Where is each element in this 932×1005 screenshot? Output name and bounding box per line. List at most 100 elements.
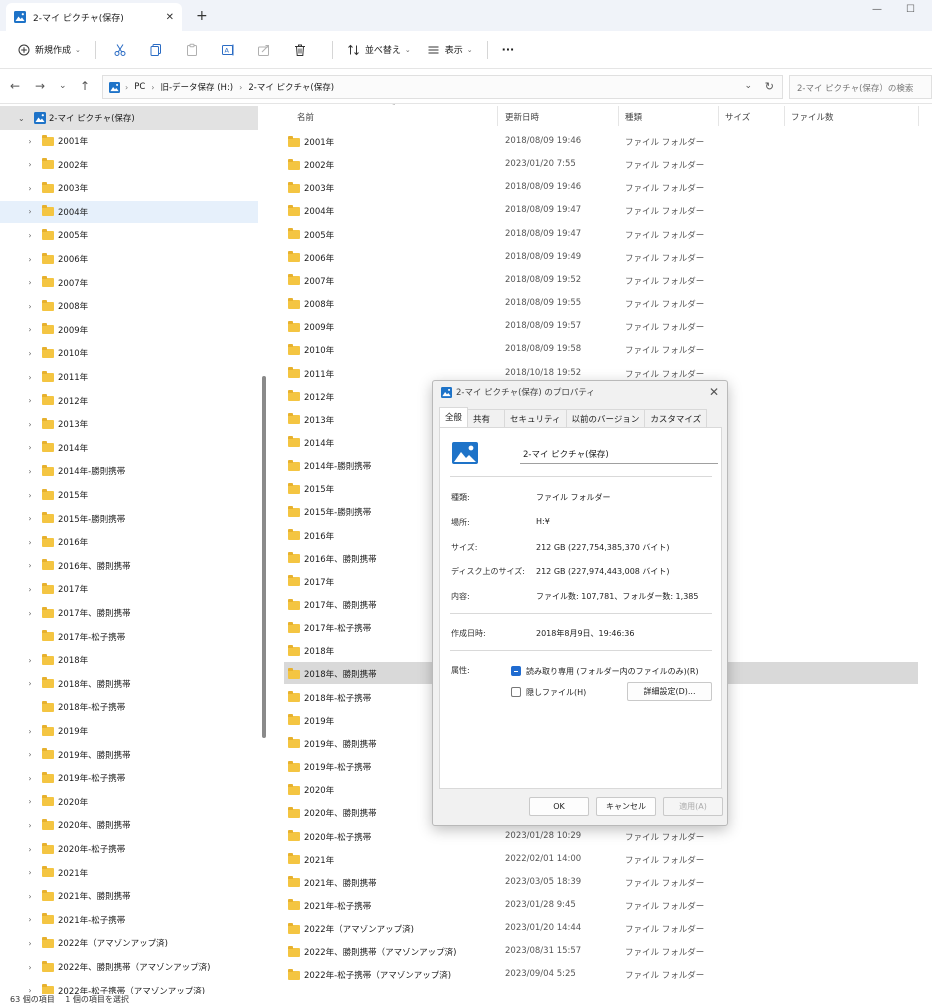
view-button[interactable]: 表示 ⌄ (423, 37, 477, 63)
paste-button[interactable] (178, 37, 206, 63)
sidebar-item[interactable]: › 2005年 (0, 224, 258, 246)
expand-chevron-icon[interactable]: › (24, 727, 36, 736)
ok-button[interactable]: OK (529, 797, 589, 816)
back-arrow-icon[interactable]: ← (10, 79, 20, 93)
sidebar-item[interactable]: › 2016年、勝則携帯 (0, 555, 258, 577)
sidebar-item[interactable]: › 2022年-松子携帯（アマゾンアップ済) (0, 980, 258, 994)
tree-root-item[interactable]: ⌄ 2-マイ ピクチャ(保存) (0, 106, 258, 130)
expand-chevron-icon[interactable]: › (24, 561, 36, 570)
sidebar-item[interactable]: › 2001年 (0, 130, 258, 152)
column-header-name[interactable]: 名前 (297, 111, 314, 123)
new-tab-button[interactable]: + (196, 8, 208, 24)
folder-name-field[interactable]: 2-マイ ピクチャ(保存) (520, 444, 718, 464)
dialog-close-icon[interactable]: ✕ (709, 385, 719, 399)
expand-chevron-icon[interactable]: › (24, 467, 36, 476)
tab-sharing[interactable]: 共有 (467, 409, 506, 427)
more-options-button[interactable]: ··· (498, 37, 519, 63)
expand-chevron-icon[interactable]: › (24, 373, 36, 382)
expand-chevron-icon[interactable]: › (24, 137, 36, 146)
sidebar-item[interactable]: › 2016年 (0, 531, 258, 553)
minimize-button[interactable]: — (872, 4, 882, 15)
breadcrumb-folder[interactable]: 2-マイ ピクチャ(保存) (248, 81, 334, 93)
recent-chevron-icon[interactable]: ⌄ (59, 81, 67, 91)
file-row[interactable]: 2006年 2018/08/09 19:49 ファイル フォルダー (284, 246, 918, 268)
tab-close-icon[interactable]: ✕ (166, 12, 174, 23)
sidebar-item[interactable]: › 2010年 (0, 342, 258, 364)
expand-chevron-icon[interactable]: › (24, 491, 36, 500)
sidebar-item[interactable]: › 2022年（アマゾンアップ済) (0, 932, 258, 954)
sidebar-item[interactable]: › 2019年-松子携帯 (0, 767, 258, 789)
expand-chevron-icon[interactable]: › (24, 656, 36, 665)
expand-chevron-icon[interactable]: › (24, 750, 36, 759)
sidebar-item[interactable]: › 2022年、勝則携帯（アマゾンアップ済) (0, 956, 258, 978)
expand-chevron-icon[interactable]: › (24, 963, 36, 972)
sidebar-item[interactable]: › 2020年、勝則携帯 (0, 814, 258, 836)
file-row[interactable]: 2021年 2022/02/01 14:00 ファイル フォルダー (284, 848, 918, 870)
file-row[interactable]: 2001年 2018/08/09 19:46 ファイル フォルダー (284, 130, 918, 152)
expand-chevron-icon[interactable]: › (24, 797, 36, 806)
hidden-checkbox[interactable] (511, 687, 521, 697)
search-input[interactable]: 2-マイ ピクチャ(保存）の検索 (789, 75, 932, 99)
cancel-button[interactable]: キャンセル (596, 797, 656, 816)
sidebar-item[interactable]: › 2021年、勝則携帯 (0, 885, 258, 907)
expand-chevron-icon[interactable]: › (24, 868, 36, 877)
sidebar-item[interactable]: › 2020年-松子携帯 (0, 838, 258, 860)
expand-chevron-icon[interactable]: › (24, 443, 36, 452)
sidebar-item[interactable]: › 2020年 (0, 791, 258, 813)
cut-button[interactable] (106, 37, 134, 63)
expand-chevron-icon[interactable]: › (24, 420, 36, 429)
refresh-icon[interactable]: ↻ (765, 80, 774, 93)
sidebar-item[interactable]: › 2011年 (0, 366, 258, 388)
tab-customize[interactable]: カスタマイズ (644, 409, 708, 427)
copy-button[interactable] (142, 37, 170, 63)
expand-chevron-icon[interactable]: › (24, 160, 36, 169)
expand-chevron-icon[interactable]: › (24, 255, 36, 264)
address-bar[interactable]: › PC › 旧-データ保存 (H:) › 2-マイ ピクチャ(保存) ⌄ ↻ (102, 75, 783, 99)
expand-chevron-icon[interactable]: › (24, 821, 36, 830)
expand-chevron-icon[interactable]: › (24, 349, 36, 358)
expand-chevron-icon[interactable]: › (24, 774, 36, 783)
collapse-chevron-icon[interactable]: ⌄ (18, 114, 30, 123)
column-header-file-count[interactable]: ファイル数 (791, 111, 834, 123)
sidebar-item[interactable]: › 2015年-勝則携帯 (0, 508, 258, 530)
expand-chevron-icon[interactable]: › (24, 302, 36, 311)
sidebar-item[interactable]: › 2018年、勝則携帯 (0, 673, 258, 695)
file-row[interactable]: 2003年 2018/08/09 19:46 ファイル フォルダー (284, 176, 918, 198)
tab-security[interactable]: セキュリティ (504, 409, 567, 427)
expand-chevron-icon[interactable]: › (24, 939, 36, 948)
expand-chevron-icon[interactable]: › (24, 986, 36, 994)
sidebar-item[interactable]: › 2014年-勝則携帯 (0, 460, 258, 482)
hidden-checkbox-label[interactable]: 隠しファイル(H) (526, 687, 586, 698)
expand-chevron-icon[interactable]: › (24, 845, 36, 854)
sidebar-item[interactable]: › 2017年、勝則携帯 (0, 602, 258, 624)
sidebar-item[interactable]: › 2004年 (0, 200, 258, 223)
expand-chevron-icon[interactable]: › (24, 609, 36, 618)
sidebar-item[interactable]: › 2008年 (0, 295, 258, 317)
advanced-button[interactable]: 詳細設定(D)... (627, 682, 712, 701)
sidebar-item[interactable]: › 2012年 (0, 390, 258, 412)
tab-previous-versions[interactable]: 以前のバージョン (565, 409, 646, 427)
column-header-size[interactable]: サイズ (725, 111, 750, 123)
column-header-modified[interactable]: 更新日時 (505, 111, 539, 123)
readonly-checkbox-label[interactable]: 読み取り専用 (フォルダー内のファイルのみ)(R) (526, 666, 699, 677)
file-row[interactable]: 2022年-松子携帯（アマゾンアップ済) 2023/09/04 5:25 ファイル … (284, 963, 918, 985)
expand-chevron-icon[interactable]: › (24, 514, 36, 523)
sidebar-item[interactable]: › 2021年-松子携帯 (0, 909, 258, 931)
file-row[interactable]: 2004年 2018/08/09 19:47 ファイル フォルダー (284, 199, 918, 221)
expand-chevron-icon[interactable]: › (24, 396, 36, 405)
file-row[interactable]: 2008年 2018/08/09 19:55 ファイル フォルダー (284, 292, 918, 314)
sidebar-item[interactable]: › 2015年 (0, 484, 258, 506)
file-row[interactable]: 2007年 2018/08/09 19:52 ファイル フォルダー (284, 269, 918, 291)
file-row[interactable]: 2021年-松子携帯 2023/01/28 9:45 ファイル フォルダー (284, 894, 918, 916)
expand-chevron-icon[interactable]: › (24, 325, 36, 334)
sidebar-item[interactable]: › 2007年 (0, 272, 258, 294)
expand-chevron-icon[interactable]: › (24, 892, 36, 901)
expand-chevron-icon[interactable]: › (24, 231, 36, 240)
sidebar-item[interactable]: › 2021年 (0, 862, 258, 884)
sidebar-item[interactable]: 2017年-松子携帯 (0, 626, 258, 648)
sidebar-item[interactable]: › 2014年 (0, 437, 258, 459)
sidebar-item[interactable]: › 2019年、勝則携帯 (0, 744, 258, 766)
apply-button[interactable]: 適用(A) (663, 797, 723, 816)
file-row[interactable]: 2009年 2018/08/09 19:57 ファイル フォルダー (284, 315, 918, 337)
sidebar-item[interactable]: › 2017年 (0, 578, 258, 600)
